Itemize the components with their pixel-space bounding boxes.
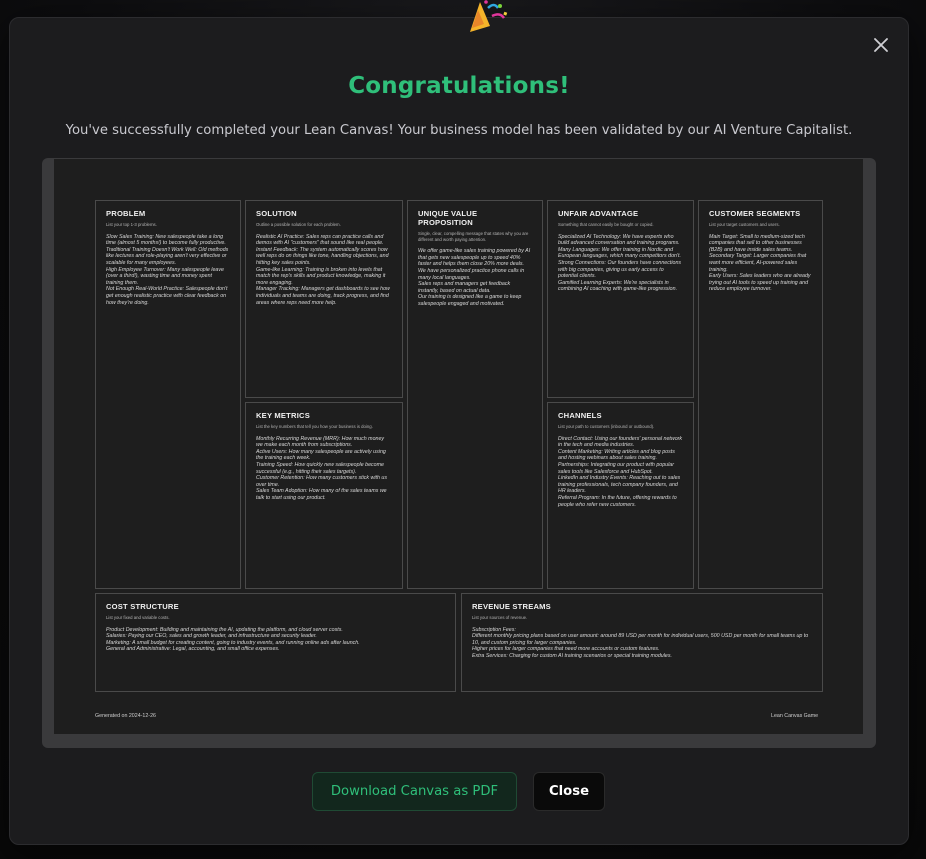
key-metrics-hint: List the key numbers that tell you how y… (256, 424, 373, 429)
modal-subtitle: You've successfully completed your Lean … (65, 123, 853, 138)
customer-segments-block: CUSTOMER SEGMENTS List your target custo… (698, 200, 823, 589)
channels-body: Direct Contact: Using our founders' pers… (558, 435, 683, 508)
revenue-streams-body: Subscription Fees: Different monthly pri… (472, 626, 809, 660)
canvas-footer-brand: Lean Canvas Game (771, 713, 819, 719)
uvp-body: We offer game-like sales training powere… (418, 248, 531, 308)
problem-body: Slow Sales Training: New salespeople tak… (106, 233, 229, 306)
party-popper-icon (470, 0, 508, 32)
unfair-advantage-title: UNFAIR ADVANTAGE (558, 209, 639, 218)
key-metrics-title: KEY METRICS (256, 411, 310, 420)
unfair-advantage-block: UNFAIR ADVANTAGE Something that cannot e… (547, 200, 694, 398)
uvp-block: UNIQUE VALUE PROPOSITION Single, clear, … (407, 200, 543, 589)
canvas-generated-date: Generated on 2024-12-26 (95, 713, 156, 719)
customer-segments-body: Main Target: Small to medium-sized tech … (709, 233, 811, 293)
key-metrics-body: Monthly Recurring Revenue (MRR): How muc… (256, 435, 387, 502)
revenue-streams-block: REVENUE STREAMS List your sources of rev… (461, 593, 823, 692)
solution-hint: Outline a possible solution for each pro… (256, 222, 341, 227)
cost-structure-title: COST STRUCTURE (106, 602, 179, 611)
solution-body: Realistic AI Practice: Sales reps can pr… (256, 233, 390, 306)
solution-block: SOLUTION Outline a possible solution for… (245, 200, 403, 398)
channels-block: CHANNELS List your path to customers (in… (547, 402, 694, 589)
cost-structure-hint: List your fixed and variable costs. (106, 615, 170, 620)
customer-segments-title: CUSTOMER SEGMENTS (709, 209, 801, 218)
unfair-advantage-body: Specialized AI Technology: We have exper… (558, 233, 682, 293)
cost-structure-body: Product Development: Building and mainta… (106, 626, 360, 653)
modal-title: Congratulations! (348, 73, 570, 99)
revenue-streams-hint: List your sources of revenue. (472, 615, 528, 620)
channels-title: CHANNELS (558, 411, 602, 420)
close-button[interactable]: Close (533, 772, 605, 811)
problem-block: PROBLEM List your top 1-3 problems. Slow… (95, 200, 241, 589)
unfair-advantage-hint: Something that cannot easily be bought o… (558, 222, 654, 227)
solution-title: SOLUTION (256, 209, 297, 218)
problem-title: PROBLEM (106, 209, 146, 218)
revenue-streams-title: REVENUE STREAMS (472, 602, 551, 611)
channels-hint: List your path to customers (inbound or … (558, 424, 655, 429)
uvp-hint: Single, clear, compelling message that s… (418, 231, 529, 242)
cost-structure-block: COST STRUCTURE List your fixed and varia… (95, 593, 456, 692)
download-pdf-button[interactable]: Download Canvas as PDF (312, 772, 517, 811)
key-metrics-block: KEY METRICS List the key numbers that te… (245, 402, 403, 589)
close-icon[interactable] (864, 28, 898, 62)
problem-hint: List your top 1-3 problems. (106, 222, 157, 227)
customer-segments-hint: List your target customers and users. (709, 222, 780, 227)
uvp-title: UNIQUE VALUE PROPOSITION (418, 209, 478, 227)
